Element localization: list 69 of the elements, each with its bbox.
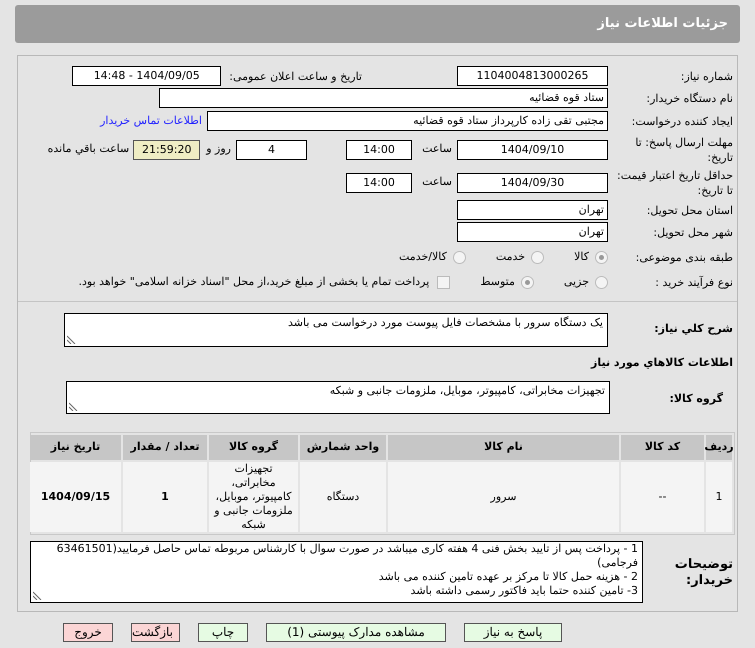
page-title: جزئیات اطلاعات نیاز	[597, 15, 728, 34]
field-label: ایجاد کننده درخواست:	[630, 114, 733, 128]
time-label: ساعت	[421, 174, 452, 190]
days-label: روز و	[206, 141, 231, 158]
text-field[interactable]: 1404/09/05 - 14:48	[72, 66, 222, 86]
table-cell: 1	[123, 462, 207, 532]
option-label: کالا/خدمت	[399, 249, 447, 266]
text-field[interactable]: تهران	[457, 222, 608, 242]
action-button[interactable]: بازگشت	[131, 623, 180, 642]
table-cell: دستگاه	[300, 462, 386, 532]
buyer-contact-link[interactable]: اطلاعات تماس خریدار	[100, 112, 202, 130]
radio-button[interactable]	[452, 251, 466, 264]
field-label: شهر محل تحویل:	[652, 224, 733, 240]
field-label: نوع فرآیند خرید :	[654, 275, 733, 290]
action-button[interactable]: چاپ	[198, 623, 248, 642]
remaining-label: ساعت باقي مانده	[48, 141, 130, 158]
option-label: متوسط	[480, 274, 515, 290]
table-cell: 1	[706, 462, 732, 532]
field-label: شرح کلي نياز:	[653, 321, 733, 337]
text-field[interactable]: 1104004813000265	[457, 66, 608, 86]
column-header: کد کالا	[621, 435, 704, 460]
field-label: نام دستگاه خریدار:	[645, 90, 733, 106]
column-header: گروه کالا	[209, 435, 298, 460]
text-field[interactable]: تهران	[457, 200, 608, 220]
field-label: طبقه بندی موضوعی:	[634, 250, 733, 265]
field-label: مهلت ارسال پاسخ: تا تاریخ:	[634, 134, 733, 164]
section-title: اطلاعات کالاهاي مورد نياز	[590, 355, 733, 371]
text-field[interactable]: 4	[236, 140, 307, 160]
action-button[interactable]: پاسخ به نیاز	[464, 623, 562, 642]
payment-note: پرداخت تمام یا بخشی از مبلغ خرید،از محل "اسناد خزانه اسلامی" خواهد بود.	[78, 274, 430, 290]
table-cell: سرور	[388, 462, 619, 532]
field-label: حداقل تاریخ اعتبار قیمت: تا تاریخ:	[616, 168, 733, 198]
column-header: نام کالا	[388, 435, 619, 460]
field-label: توضیحات خریدار:	[674, 556, 733, 589]
text-field[interactable]: 1404/09/30	[457, 172, 608, 192]
text-field[interactable]: 1404/09/10	[457, 140, 608, 160]
description-field[interactable]: یک دستگاه سرور با مشخصات فایل پیوست مورد درخواست می باشد	[64, 313, 608, 347]
option-label: خدمت	[496, 249, 526, 266]
radio-button[interactable]	[595, 251, 608, 264]
column-header: تاریخ نیاز	[30, 435, 121, 460]
table-cell: 1404/09/15	[30, 462, 121, 532]
radio-button[interactable]	[595, 276, 608, 289]
resize-grip-icon[interactable]	[33, 591, 42, 600]
option-label: کالا	[574, 249, 589, 266]
field-label: استان محل تحویل:	[646, 202, 733, 218]
text-field[interactable]: 14:00	[346, 140, 412, 160]
time-label: ساعت	[421, 141, 452, 158]
text-field[interactable]: 14:00	[346, 172, 412, 192]
text-field[interactable]: ستاد قوه قضائیه	[159, 88, 608, 108]
remaining-time: 21:59:20	[133, 140, 200, 160]
resize-grip-icon[interactable]	[67, 335, 76, 344]
radio-button[interactable]	[520, 276, 534, 289]
table-cell: تجهیزات مخابراتی، کامپیوتر، موبایل، ملزومات جانبی و شبکه	[209, 462, 298, 532]
checkbox[interactable]	[437, 276, 450, 289]
column-header: تعداد / مقدار	[123, 435, 207, 460]
buyer-notes-field[interactable]: 1 - پرداخت پس از تایید بخش فنی 4 هفته کاری میباشد در صورت سوال با کارشناس مربوطه تماس حاصل فرمایید(63461501 فرجامی) 2 - هزینه حمل کالا تا مرکز بر عهده تامین کننده می باشد 3- تامین کننده حتما باید فاکتور رسمی داشته باشد	[30, 541, 643, 603]
table-cell: --	[621, 462, 704, 532]
text-field[interactable]: مجتبی تقی زاده کارپرداز ستاد قوه قضائیه	[207, 111, 608, 131]
column-header: واحد شمارش	[300, 435, 386, 460]
goods-group-field[interactable]: تجهیزات مخابراتی، کامپیوتر، موبایل، ملزومات جانبی و شبکه	[66, 381, 610, 414]
field-label: گروه کالا:	[668, 391, 724, 407]
column-header: ردیف	[706, 435, 732, 460]
field-label: تاریخ و ساعت اعلان عمومی:	[229, 68, 362, 84]
resize-grip-icon[interactable]	[69, 402, 78, 411]
option-label: جزیی	[564, 274, 589, 290]
field-label: شماره نیاز:	[680, 68, 733, 84]
action-button[interactable]: مشاهده مدارک پیوستی (1)	[266, 623, 446, 642]
action-button[interactable]: خروج	[63, 623, 113, 642]
radio-button[interactable]	[531, 251, 544, 264]
